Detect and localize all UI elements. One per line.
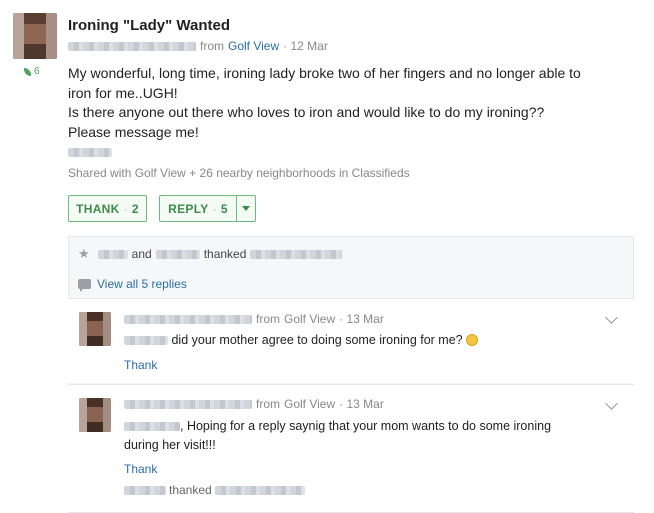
reply-thanked-summary: thanked	[124, 483, 305, 497]
post-meta: from Golf View · 12 Mar	[68, 39, 328, 53]
reply-thank-link[interactable]: Thank	[124, 462, 157, 476]
comment-icon	[78, 279, 91, 292]
view-all-replies-link[interactable]: View all 5 replies	[97, 277, 187, 291]
shared-with-text: Shared with Golf View + 26 nearby neighb…	[68, 166, 410, 180]
author-name-redacted[interactable]	[124, 314, 252, 324]
mention-redacted[interactable]	[124, 422, 180, 432]
smiley-icon	[466, 334, 479, 346]
mention-redacted[interactable]	[124, 336, 168, 346]
post-body: My wonderful, long time, ironing lady br…	[68, 65, 581, 140]
post-title[interactable]: Ironing "Lady" Wanted	[68, 17, 230, 34]
reply-thank-link[interactable]: Thank	[124, 358, 157, 372]
post-date: · 12 Mar	[283, 39, 328, 53]
reply-author-avatar[interactable]	[79, 398, 111, 432]
reply-meta: from Golf View · 13 Mar	[124, 397, 384, 411]
thanker-name-redacted[interactable]	[155, 249, 200, 259]
thanker-name-redacted[interactable]	[124, 485, 166, 495]
thanker-name-redacted[interactable]	[97, 249, 128, 259]
thanked-user-redacted[interactable]	[250, 249, 343, 259]
reply-meta: from Golf View · 13 Mar	[124, 312, 384, 326]
leaf-icon	[24, 67, 31, 76]
signature-redacted	[68, 148, 112, 157]
caret-down-icon	[242, 206, 250, 211]
reply-author-avatar[interactable]	[79, 312, 111, 346]
reply-button[interactable]: REPLY · 5	[159, 195, 237, 222]
thank-button[interactable]: THANK · 2	[68, 195, 147, 222]
neighborhood-link[interactable]: Golf View	[228, 39, 279, 53]
star-icon: ★	[78, 246, 90, 261]
post-thanks-count: 6	[24, 66, 40, 77]
post-author-avatar[interactable]	[13, 13, 57, 59]
reply-options-dropdown[interactable]	[236, 195, 256, 222]
reply-text: did your mother agree to doing some iron…	[124, 331, 564, 350]
thanked-summary: ★ and thanked	[78, 246, 343, 262]
author-name-redacted[interactable]	[124, 399, 252, 409]
reply-text: , Hoping for a reply saynig that your mo…	[124, 419, 552, 452]
author-name-redacted[interactable]	[68, 41, 196, 51]
thanked-user-redacted[interactable]	[214, 485, 305, 495]
view-all-replies[interactable]: View all 5 replies	[78, 277, 187, 292]
